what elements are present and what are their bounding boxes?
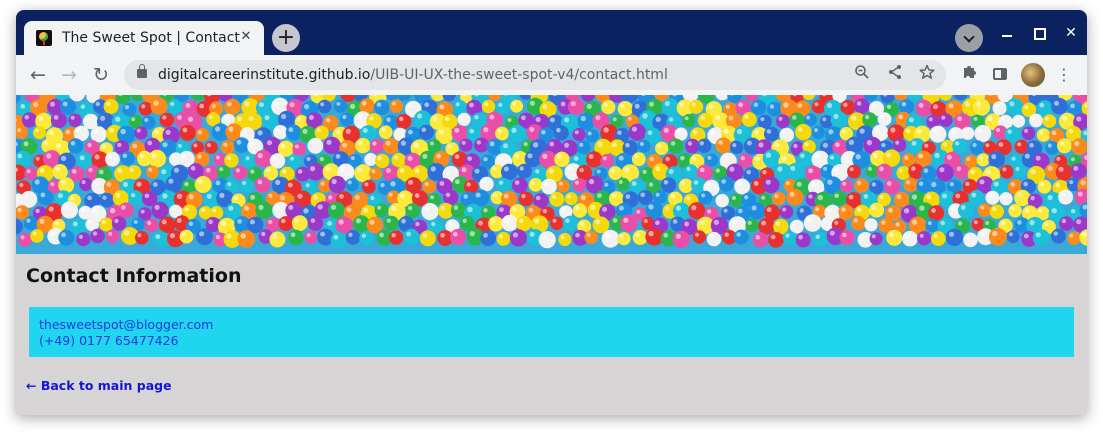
back-to-main-link[interactable]: ← Back to main page bbox=[26, 378, 172, 393]
tab-strip: The Sweet Spot | Contact ✕ + ✕ bbox=[16, 10, 1087, 55]
zoom-icon[interactable] bbox=[850, 63, 874, 87]
url-host: digitalcareerinstitute.github.io bbox=[158, 67, 371, 83]
tab-close-icon[interactable]: ✕ bbox=[238, 29, 254, 45]
tab-search-icon[interactable] bbox=[955, 24, 983, 52]
ball-pit-image bbox=[16, 95, 1087, 249]
url-path: /UIB-UI-UX-the-sweet-spot-v4/contact.htm… bbox=[370, 67, 668, 83]
maximize-icon[interactable] bbox=[1028, 22, 1050, 44]
forward-icon[interactable]: → bbox=[55, 61, 83, 89]
browser-window: The Sweet Spot | Contact ✕ + ✕ ← → ↻ dig… bbox=[16, 10, 1087, 415]
url-text[interactable]: digitalcareerinstitute.github.io/UIB-UI-… bbox=[158, 66, 668, 84]
new-tab-button[interactable]: + bbox=[272, 24, 300, 52]
menu-icon[interactable]: ⋮ bbox=[1056, 63, 1072, 87]
address-bar[interactable]: digitalcareerinstitute.github.io/UIB-UI-… bbox=[124, 60, 946, 90]
page-content: Contact Information thesweetspot@blogger… bbox=[16, 95, 1087, 415]
contact-box: thesweetspot@blogger.com (+49) 0177 6547… bbox=[29, 307, 1074, 357]
phone-text: (+49) 0177 65477426 bbox=[39, 333, 179, 348]
share-icon[interactable] bbox=[883, 63, 907, 87]
favicon bbox=[36, 30, 52, 46]
tab-contact[interactable]: The Sweet Spot | Contact ✕ bbox=[24, 21, 264, 55]
close-icon[interactable]: ✕ bbox=[1060, 22, 1082, 44]
reload-icon[interactable]: ↻ bbox=[87, 61, 115, 89]
tab-title: The Sweet Spot | Contact bbox=[62, 30, 240, 46]
hero-image-ball-pit bbox=[16, 95, 1087, 254]
side-panel-icon[interactable] bbox=[993, 68, 1007, 80]
bookmark-star-icon[interactable] bbox=[915, 63, 939, 87]
email-text: thesweetspot@blogger.com bbox=[39, 317, 214, 332]
extensions-icon[interactable] bbox=[957, 63, 981, 87]
browser-toolbar: ← → ↻ digitalcareerinstitute.github.io/U… bbox=[16, 55, 1087, 95]
avatar[interactable] bbox=[1021, 63, 1045, 87]
minimize-icon[interactable] bbox=[996, 22, 1018, 44]
back-icon[interactable]: ← bbox=[24, 61, 52, 89]
lock-icon[interactable] bbox=[137, 64, 147, 78]
page-title: Contact Information bbox=[26, 265, 242, 287]
